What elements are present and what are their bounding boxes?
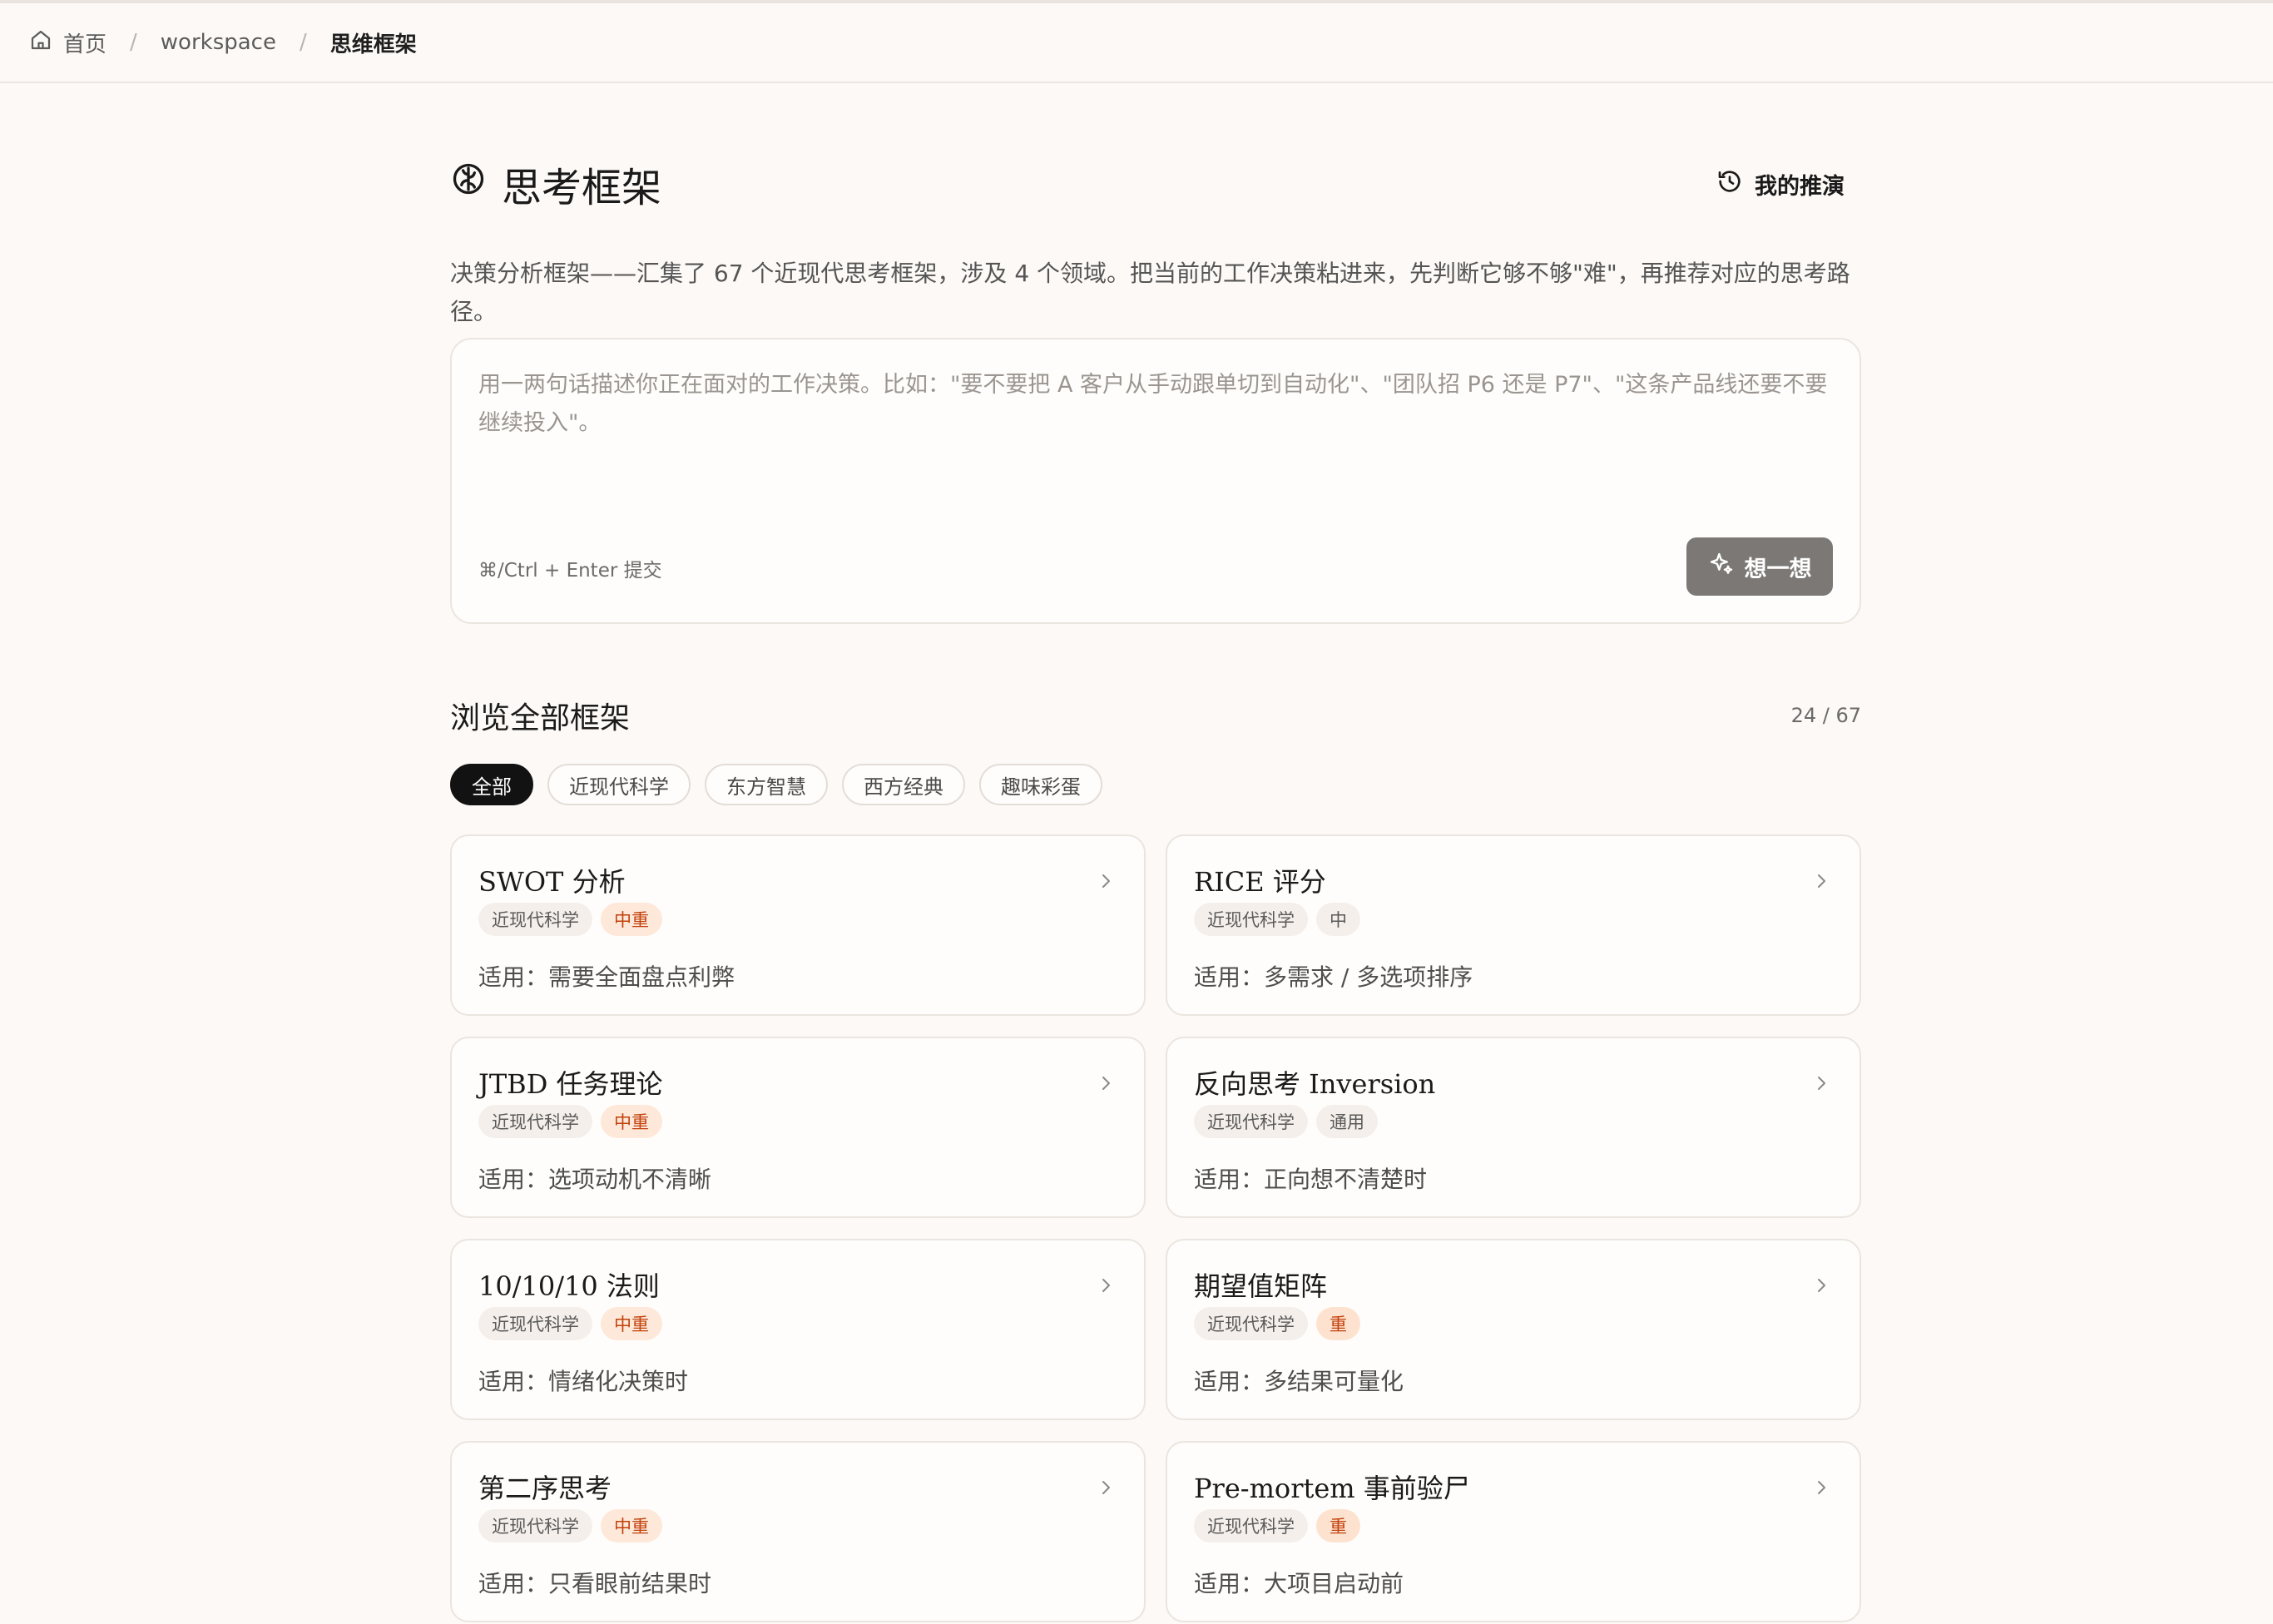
framework-card[interactable]: JTBD 任务理论 近现代科学 中重 适用：选项动机不清晰 xyxy=(450,1037,1146,1218)
weight-tag: 中 xyxy=(1316,903,1360,936)
weight-tag: 中重 xyxy=(601,1307,662,1340)
breadcrumb-separator: / xyxy=(130,30,137,55)
weight-tag: 通用 xyxy=(1316,1105,1378,1138)
breadcrumb-home-label: 首页 xyxy=(63,32,107,57)
browse-title: 浏览全部框架 xyxy=(450,701,631,735)
framework-card[interactable]: 期望值矩阵 近现代科学 重 适用：多结果可量化 xyxy=(1166,1239,1861,1420)
framework-applies: 适用：多需求 / 多选项排序 xyxy=(1194,963,1473,991)
framework-tags: 近现代科学 中重 xyxy=(478,1307,662,1340)
framework-name: JTBD 任务理论 xyxy=(478,1068,663,1100)
framework-count: 24 / 67 xyxy=(1790,704,1861,727)
home-icon xyxy=(28,27,53,58)
weight-tag: 中重 xyxy=(601,1509,662,1542)
category-tag: 近现代科学 xyxy=(1194,1307,1308,1340)
chevron-right-icon xyxy=(1102,874,1110,888)
framework-applies: 适用：需要全面盘点利弊 xyxy=(478,963,735,991)
weight-tag: 中重 xyxy=(601,903,662,936)
filter-all[interactable]: 全部 xyxy=(450,764,533,805)
decision-input-card: ⌘/Ctrl + Enter 提交 想一想 xyxy=(450,338,1861,624)
category-tag: 近现代科学 xyxy=(1194,903,1308,936)
my-deductions-label: 我的推演 xyxy=(1755,173,1845,200)
category-tag: 近现代科学 xyxy=(478,1105,592,1138)
framework-card[interactable]: 第二序思考 近现代科学 中重 适用：只看眼前结果时 xyxy=(450,1441,1146,1622)
chevron-right-icon xyxy=(1102,1481,1110,1494)
category-tag: 近现代科学 xyxy=(1194,1105,1308,1138)
framework-applies: 适用：大项目启动前 xyxy=(1194,1570,1404,1597)
framework-tags: 近现代科学 重 xyxy=(1194,1307,1360,1340)
browse-header: 浏览全部框架 24 / 67 xyxy=(450,691,1861,740)
breadcrumb-current: 思维框架 xyxy=(329,32,417,57)
framework-card[interactable]: 10/10/10 法则 近现代科学 中重 适用：情绪化决策时 xyxy=(450,1239,1146,1420)
page-title: 思考框架 xyxy=(450,155,661,213)
chevron-right-icon xyxy=(1818,1481,1825,1494)
chevron-right-icon xyxy=(1818,1279,1825,1292)
brain-icon xyxy=(450,161,487,207)
breadcrumb: 首页 / workspace / 思维框架 xyxy=(0,3,2273,83)
category-tag: 近现代科学 xyxy=(478,1509,592,1542)
breadcrumb-home[interactable]: 首页 xyxy=(28,27,106,58)
framework-name: 10/10/10 法则 xyxy=(478,1270,660,1302)
framework-tags: 近现代科学 通用 xyxy=(1194,1105,1378,1138)
history-icon xyxy=(1716,168,1743,201)
framework-tags: 近现代科学 中重 xyxy=(478,903,662,936)
filter-easter-eggs[interactable]: 趣味彩蛋 xyxy=(979,764,1102,805)
framework-card[interactable]: SWOT 分析 近现代科学 中重 适用：需要全面盘点利弊 xyxy=(450,834,1146,1016)
category-tag: 近现代科学 xyxy=(1194,1509,1308,1542)
framework-name: 期望值矩阵 xyxy=(1194,1270,1328,1302)
framework-card[interactable]: Pre-mortem 事前验尸 近现代科学 重 适用：大项目启动前 xyxy=(1166,1441,1861,1622)
breadcrumb-separator: / xyxy=(299,30,307,55)
framework-card[interactable]: 反向思考 Inversion 近现代科学 通用 适用：正向想不清楚时 xyxy=(1166,1037,1861,1218)
weight-tag: 重 xyxy=(1316,1509,1360,1542)
framework-applies: 适用：情绪化决策时 xyxy=(478,1368,689,1395)
chevron-right-icon xyxy=(1102,1279,1110,1292)
framework-name: 第二序思考 xyxy=(478,1473,612,1504)
think-button-label: 想一想 xyxy=(1744,556,1812,582)
sparkle-icon xyxy=(1708,551,1735,583)
framework-tags: 近现代科学 中 xyxy=(1194,903,1360,936)
my-deductions-button[interactable]: 我的推演 xyxy=(1716,168,1845,201)
framework-card[interactable]: RICE 评分 近现代科学 中 适用：多需求 / 多选项排序 xyxy=(1166,834,1861,1016)
decision-input[interactable] xyxy=(478,366,1835,483)
framework-tags: 近现代科学 中重 xyxy=(478,1509,662,1542)
framework-applies: 适用：正向想不清楚时 xyxy=(1194,1166,1428,1193)
page-title-text: 思考框架 xyxy=(502,165,662,211)
framework-name: RICE 评分 xyxy=(1194,866,1326,898)
category-filters: 全部 近现代科学 东方智慧 西方经典 趣味彩蛋 xyxy=(450,764,1102,805)
framework-name: 反向思考 Inversion xyxy=(1194,1068,1436,1100)
framework-name: Pre-mortem 事前验尸 xyxy=(1194,1473,1470,1504)
page-header: 思考框架 我的推演 xyxy=(450,155,1861,213)
chevron-right-icon xyxy=(1818,1077,1825,1090)
framework-tags: 近现代科学 中重 xyxy=(478,1105,662,1138)
weight-tag: 中重 xyxy=(601,1105,662,1138)
filter-modern-science[interactable]: 近现代科学 xyxy=(547,764,691,805)
think-button[interactable]: 想一想 xyxy=(1686,537,1833,596)
category-tag: 近现代科学 xyxy=(478,1307,592,1340)
breadcrumb-workspace[interactable]: workspace xyxy=(161,30,276,55)
framework-applies: 适用：选项动机不清晰 xyxy=(478,1166,712,1193)
chevron-right-icon xyxy=(1818,874,1825,888)
framework-applies: 适用：多结果可量化 xyxy=(1194,1368,1404,1395)
filter-western-classics[interactable]: 西方经典 xyxy=(842,764,965,805)
framework-name: SWOT 分析 xyxy=(478,866,626,898)
category-tag: 近现代科学 xyxy=(478,903,592,936)
page-description: 决策分析框架——汇集了 67 个近现代思考框架，涉及 4 个领域。把当前的工作决… xyxy=(450,260,1850,325)
submit-hint: ⌘/Ctrl + Enter 提交 xyxy=(478,560,662,582)
chevron-right-icon xyxy=(1102,1077,1110,1090)
framework-tags: 近现代科学 重 xyxy=(1194,1509,1360,1542)
weight-tag: 重 xyxy=(1316,1307,1360,1340)
filter-eastern-wisdom[interactable]: 东方智慧 xyxy=(705,764,828,805)
framework-applies: 适用：只看眼前结果时 xyxy=(478,1570,712,1597)
